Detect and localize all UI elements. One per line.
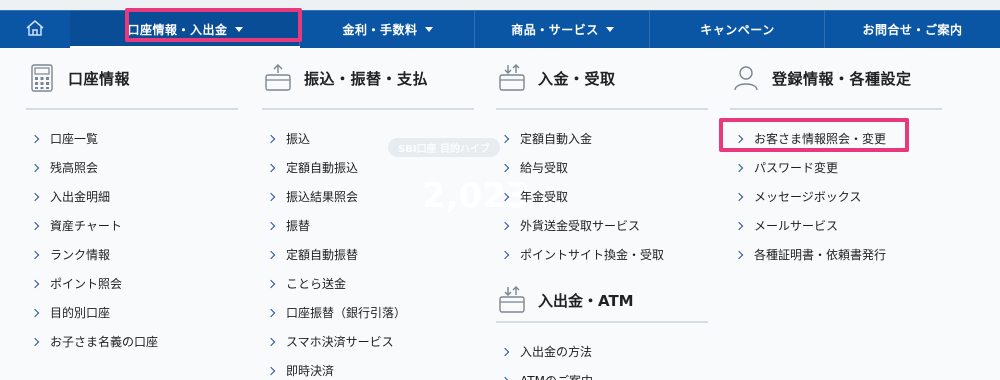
menu-item[interactable]: 振込 <box>262 124 474 153</box>
menu-list: お客さま情報照会・変更 パスワード変更 メッセージボックス メールサービス 各種… <box>730 110 942 269</box>
menu-item[interactable]: 入出金明細 <box>26 182 238 211</box>
menu-column-deposit: 入金・受取 定額自動入金 給与受取 年金受取 外貨送金受取サービス ポイントサイ… <box>496 48 708 380</box>
column-title: 振込・振替・支払 <box>304 69 429 88</box>
menu-item[interactable]: 定額自動入金 <box>496 124 708 153</box>
chevron-right-icon <box>30 279 40 288</box>
nav-label: 金利・手数料 <box>342 23 418 37</box>
nav-rates-fees[interactable]: 金利・手数料 <box>300 10 475 49</box>
menu-item[interactable]: メールサービス <box>730 211 942 240</box>
chevron-right-icon <box>734 221 744 230</box>
menu-list: 定額自動入金 給与受取 年金受取 外貨送金受取サービス ポイントサイト換金・受取 <box>496 110 708 269</box>
transfer-out-icon <box>264 64 292 92</box>
user-icon <box>732 64 760 92</box>
menu-item[interactable]: ATMのご案内 <box>496 366 708 380</box>
menu-list: 振込 定額自動振込 振込結果照会 振替 定額自動振替 ことら送金 口座振替（銀行… <box>262 110 474 380</box>
menu-item[interactable]: 資産チャート <box>26 211 238 240</box>
nav-contact[interactable]: お問合せ・ご案内 <box>825 11 1000 49</box>
menu-item[interactable]: 各種証明書・依頼書発行 <box>730 240 942 269</box>
chevron-right-icon <box>266 279 276 288</box>
menu-item[interactable]: パスワード変更 <box>730 153 942 182</box>
menu-item[interactable]: 口座一覧 <box>26 124 238 153</box>
menu-item[interactable]: 給与受取 <box>496 153 708 182</box>
menu-item[interactable]: 目的別口座 <box>26 298 238 327</box>
chevron-right-icon <box>266 221 276 230</box>
chevron-right-icon <box>30 163 40 172</box>
chevron-right-icon <box>266 192 276 201</box>
menu-item[interactable]: メッセージボックス <box>730 182 942 211</box>
menu-item[interactable]: ポイントサイト換金・受取 <box>496 240 708 269</box>
column-title: 登録情報・各種設定 <box>772 69 912 88</box>
chevron-right-icon <box>30 134 40 143</box>
column-subheader: 入出金・ATM <box>496 279 708 323</box>
column-header: 登録情報・各種設定 <box>730 48 942 110</box>
nav-products-services[interactable]: 商品・サービス <box>475 10 650 49</box>
chevron-right-icon <box>500 376 510 380</box>
menu-item[interactable]: 振込結果照会 <box>262 182 474 211</box>
atm-icon <box>498 286 526 314</box>
menu-list: 口座一覧 残高照会 入出金明細 資産チャート ランク情報 ポイント照会 目的別口… <box>26 110 238 356</box>
chevron-right-icon <box>734 163 744 172</box>
menu-item[interactable]: 残高照会 <box>26 153 238 182</box>
menu-item[interactable]: 振替 <box>262 211 474 240</box>
column-header: 口座情報 <box>26 48 238 110</box>
caret-down-icon <box>424 27 433 32</box>
chevron-right-icon <box>30 308 40 317</box>
nav-campaign[interactable]: キャンペーン <box>650 10 825 49</box>
chevron-right-icon <box>500 221 510 230</box>
chevron-right-icon <box>266 250 276 259</box>
menu-item[interactable]: 外貨送金受取サービス <box>496 211 708 240</box>
menu-item[interactable]: お客さま情報照会・変更 <box>730 124 942 153</box>
nav-label: 口座情報・入出金 <box>127 23 228 37</box>
menu-list: 入出金の方法 ATMのご案内 <box>496 323 708 380</box>
chevron-right-icon <box>500 347 510 356</box>
chevron-right-icon <box>30 337 40 346</box>
home-icon <box>25 19 45 41</box>
column-header: 振込・振替・支払 <box>262 48 474 110</box>
chevron-right-icon <box>266 366 276 375</box>
menu-item[interactable]: 定額自動振込 <box>262 153 474 182</box>
menu-item[interactable]: 入出金の方法 <box>496 337 708 366</box>
chevron-right-icon <box>30 221 40 230</box>
column-title: 口座情報 <box>68 69 131 88</box>
home-button[interactable] <box>0 11 70 49</box>
menu-item[interactable]: お子さま名義の口座 <box>26 327 238 356</box>
deposit-in-icon <box>498 64 526 92</box>
chevron-right-icon <box>734 134 744 143</box>
nav-account-info[interactable]: 口座情報・入出金 <box>70 10 300 49</box>
menu-item[interactable]: 定額自動振替 <box>262 240 474 269</box>
chevron-right-icon <box>500 134 510 143</box>
subheader-title: 入出金・ATM <box>538 291 634 310</box>
chevron-right-icon <box>500 192 510 201</box>
chevron-right-icon <box>266 308 276 317</box>
menu-column-settings: 登録情報・各種設定 お客さま情報照会・変更 パスワード変更 メッセージボックス … <box>730 48 942 269</box>
chevron-right-icon <box>30 250 40 259</box>
caret-down-icon <box>605 27 614 32</box>
nav-label: 商品・サービス <box>511 23 599 37</box>
chevron-right-icon <box>30 192 40 201</box>
column-header: 入金・受取 <box>496 48 708 110</box>
chevron-right-icon <box>734 250 744 259</box>
calculator-icon <box>28 64 56 92</box>
menu-item[interactable]: 年金受取 <box>496 182 708 211</box>
menu-item[interactable]: 口座振替（銀行引落） <box>262 298 474 327</box>
nav-label: お問合せ・ご案内 <box>862 23 963 37</box>
menu-item[interactable]: ポイント照会 <box>26 269 238 298</box>
menu-item[interactable]: ことら送金 <box>262 269 474 298</box>
top-navigation: 口座情報・入出金 金利・手数料 商品・サービス キャンペーン お問合せ・ご案内 <box>0 10 1000 49</box>
chevron-right-icon <box>500 163 510 172</box>
menu-column-transfer: 振込・振替・支払 振込 定額自動振込 振込結果照会 振替 定額自動振替 ことら送… <box>262 48 474 380</box>
menu-column-account: 口座情報 口座一覧 残高照会 入出金明細 資産チャート ランク情報 ポイント照会… <box>26 48 238 356</box>
nav-label: キャンペーン <box>700 23 775 37</box>
menu-item[interactable]: スマホ決済サービス <box>262 327 474 356</box>
chevron-right-icon <box>500 250 510 259</box>
menu-item[interactable]: ランク情報 <box>26 240 238 269</box>
caret-down-icon <box>234 27 243 32</box>
chevron-right-icon <box>266 163 276 172</box>
menu-item[interactable]: 即時決済 <box>262 356 474 380</box>
column-title: 入金・受取 <box>538 69 616 88</box>
chevron-right-icon <box>266 337 276 346</box>
chevron-right-icon <box>266 134 276 143</box>
chevron-right-icon <box>734 192 744 201</box>
mega-menu-panel: 2,023 SBI口座 目的ハイブ 口座情報 口座一覧 残高照会 入出金明細 資… <box>0 48 1000 380</box>
